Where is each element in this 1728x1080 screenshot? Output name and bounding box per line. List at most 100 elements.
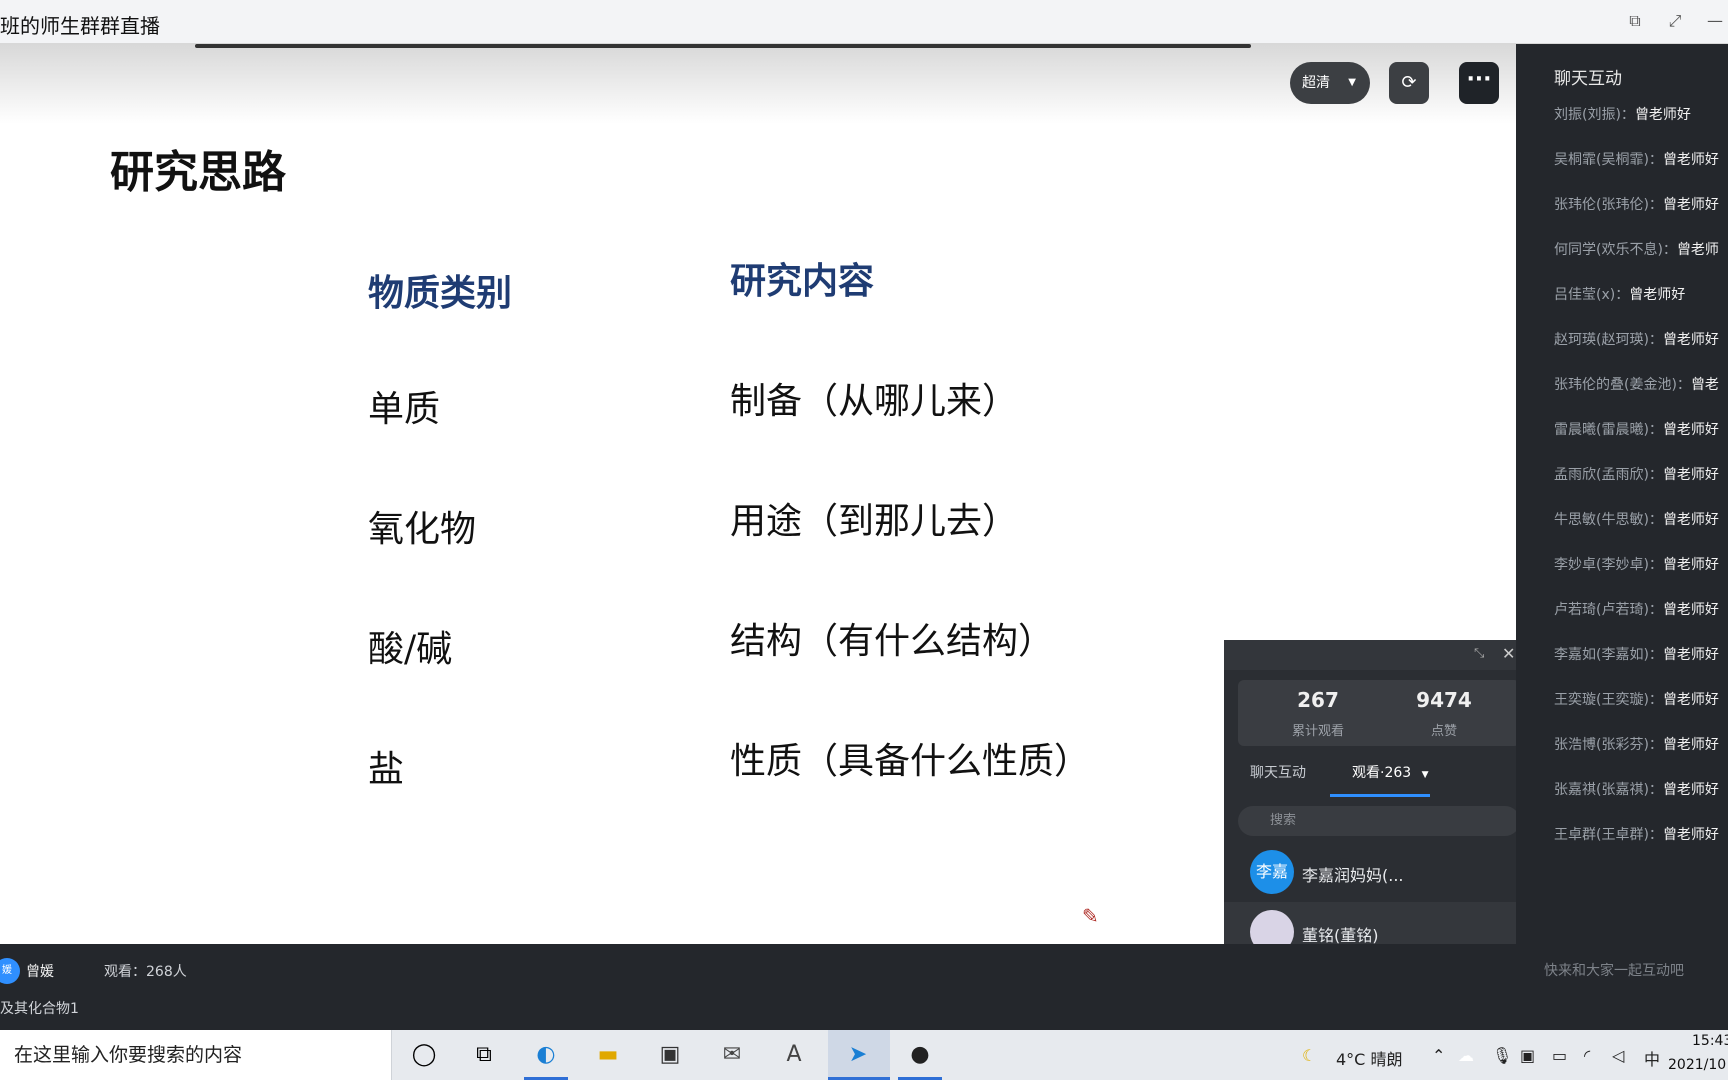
- expand-icon[interactable]: ⤢: [1664, 10, 1686, 32]
- chevron-down-icon: ▼: [1421, 770, 1429, 780]
- quality-label: 超清: [1302, 75, 1330, 91]
- chat-message-text: 曾老师好: [1662, 467, 1719, 483]
- chat-message: 王卓群(王卓群)：曾老师好: [1554, 824, 1719, 844]
- slide-col1-item: 盐: [368, 749, 405, 790]
- chat-message: 张嘉祺(张嘉祺)：曾老师好: [1554, 779, 1719, 799]
- chat-message-text: 曾老师好: [1662, 782, 1719, 798]
- chat-sidebar: 聊天互动 刘振(刘振)：曾老师好 吴桐霏(吴桐霏)：曾老师好 张玮伦(张玮伦)：曾老…: [1516, 44, 1728, 1030]
- active-tab-indicator: [1330, 794, 1430, 797]
- window-title: 班的师生群群直播: [0, 14, 160, 38]
- dingtalk-icon[interactable]: ➤: [842, 1039, 874, 1071]
- chat-message-user: 何同学(欢乐不息)：: [1554, 242, 1677, 258]
- mail-icon[interactable]: ✉: [716, 1039, 748, 1071]
- slide-col1-item: 氧化物: [368, 509, 477, 550]
- chat-message-text: 曾老师好: [1662, 827, 1719, 843]
- course-name: 及其化合物1: [0, 1001, 79, 1017]
- chat-message-text: 曾老师好: [1662, 737, 1719, 753]
- weather-text[interactable]: 4°C 晴朗: [1336, 1046, 1402, 1070]
- volume-icon[interactable]: ◁: [1612, 1046, 1624, 1065]
- chat-message-user: 张浩博(张彩芬)：: [1554, 737, 1663, 753]
- file-explorer-icon[interactable]: ▬: [592, 1039, 624, 1071]
- wifi-icon[interactable]: ◜: [1584, 1046, 1590, 1065]
- tab-viewers[interactable]: 观看·263 ▼: [1352, 762, 1429, 782]
- chat-message-text: 曾老师好: [1662, 422, 1719, 438]
- stats-box: 267 累计观看 9474 点赞: [1238, 680, 1520, 746]
- collapse-icon[interactable]: ⤡: [1474, 646, 1484, 661]
- slide-col1-item: 单质: [368, 389, 441, 430]
- total-views-label: 累计观看: [1291, 724, 1344, 739]
- chat-message: 赵珂瑛(赵珂瑛)：曾老师好: [1554, 329, 1719, 349]
- chat-message-user: 李嘉如(李嘉如)：: [1554, 647, 1663, 663]
- quality-select-button[interactable]: 超清 ▼: [1290, 62, 1370, 104]
- chat-message: 孟雨欣(孟雨欣)：曾老师好: [1554, 464, 1719, 484]
- chat-message-user: 雷晨曦(雷晨曦)：: [1554, 422, 1663, 438]
- host-name: 曾媛: [26, 964, 54, 980]
- window-titlebar: 班的师生群群直播 ⧉ ⤢ —: [0, 0, 1728, 44]
- battery-icon[interactable]: ▭: [1552, 1046, 1567, 1065]
- chat-message-user: 张嘉祺(张嘉祺)：: [1554, 782, 1663, 798]
- store-icon[interactable]: ▣: [654, 1039, 686, 1071]
- stream-info-bar: 媛 曾媛 观看：268人 及其化合物1: [0, 944, 1516, 1030]
- slide-col2-item: 结构（有什么结构）: [730, 621, 1055, 662]
- minimize-icon[interactable]: —: [1704, 10, 1726, 32]
- cloud-icon[interactable]: ☁: [1458, 1046, 1474, 1065]
- chat-message-text: 曾老: [1690, 377, 1719, 393]
- viewer-count: 观看：268人: [104, 964, 187, 980]
- taskbar-search-input[interactable]: 在这里输入你要搜索的内容: [0, 1030, 392, 1080]
- chat-message: 雷晨曦(雷晨曦)：曾老师好: [1554, 419, 1719, 439]
- float-panel-header: ⤡ ✕: [1224, 640, 1520, 670]
- cortana-icon[interactable]: ◯: [408, 1039, 440, 1071]
- chat-message: 李妙卓(李妙卓)：曾老师好: [1554, 554, 1719, 574]
- slide-col2-header: 研究内容: [730, 260, 875, 302]
- slide-col1-item: 酸/碱: [368, 629, 453, 670]
- pip-icon[interactable]: ⧉: [1624, 10, 1646, 32]
- chat-message-user: 卢若琦(卢若琦)：: [1554, 602, 1663, 618]
- chat-message: 卢若琦(卢若琦)：曾老师好: [1554, 599, 1719, 619]
- rotate-icon: ⟳: [1401, 72, 1417, 93]
- chevron-down-icon: ▼: [1348, 77, 1356, 88]
- chat-message: 张玮伦的叠(姜金池)：曾老: [1554, 374, 1719, 394]
- viewer-name: 李嘉润妈妈(...: [1302, 866, 1404, 885]
- chat-message-text: 曾老师好: [1662, 602, 1719, 618]
- viewer-search-input[interactable]: 搜索: [1238, 806, 1520, 836]
- avatar: [1250, 910, 1294, 944]
- chat-message-text: 曾老师好: [1662, 692, 1719, 708]
- screen-record-icon[interactable]: ▣: [1520, 1046, 1535, 1065]
- pen-icon: ✎: [1082, 904, 1099, 928]
- close-icon[interactable]: ✕: [1502, 644, 1515, 663]
- tab-chat[interactable]: 聊天互动: [1250, 762, 1306, 782]
- chat-message-text: 曾老师好: [1662, 197, 1719, 213]
- slide-title: 研究思路: [110, 147, 286, 198]
- chat-message-user: 刘振(刘振)：: [1554, 107, 1635, 123]
- slide-col2-item: 制备（从哪儿来）: [730, 381, 1019, 422]
- total-views-value: 267: [1297, 688, 1339, 712]
- chat-message: 牛思敏(牛思敏)：曾老师好: [1554, 509, 1719, 529]
- chat-message: 吕佳莹(x)：曾老师好: [1554, 284, 1685, 304]
- task-view-icon[interactable]: ⧉: [468, 1039, 500, 1071]
- chat-input[interactable]: 快来和大家一起互动吧: [1544, 960, 1684, 980]
- clock-time[interactable]: 15:43: [1692, 1033, 1728, 1049]
- clock-date[interactable]: 2021/10: [1668, 1057, 1726, 1073]
- translator-icon[interactable]: A: [778, 1039, 810, 1071]
- chat-message-text: 曾老师: [1676, 242, 1719, 258]
- moon-icon: ☾: [1302, 1046, 1317, 1065]
- chat-message-user: 张玮伦的叠(姜金池)：: [1554, 377, 1691, 393]
- list-item[interactable]: 李嘉 李嘉润妈妈(...: [1224, 844, 1520, 900]
- chat-message: 李嘉如(李嘉如)：曾老师好: [1554, 644, 1719, 664]
- chat-message: 何同学(欢乐不息)：曾老师: [1554, 239, 1719, 259]
- list-item[interactable]: 董铭(董铭): [1224, 902, 1520, 944]
- video-top-shadow: [0, 44, 1516, 124]
- rotate-button[interactable]: ⟳: [1389, 62, 1429, 104]
- obs-icon[interactable]: ●: [904, 1039, 936, 1071]
- ime-indicator[interactable]: 中: [1644, 1046, 1660, 1070]
- edge-icon[interactable]: ◐: [530, 1039, 562, 1071]
- chat-message-text: 曾老师好: [1662, 512, 1719, 528]
- avatar: 媛: [0, 958, 20, 984]
- chat-message-user: 王奕璇(王奕璇)：: [1554, 692, 1663, 708]
- more-options-button[interactable]: ···: [1459, 62, 1499, 104]
- avatar: 李嘉: [1250, 850, 1294, 894]
- chat-message-user: 孟雨欣(孟雨欣)：: [1554, 467, 1663, 483]
- microphone-icon[interactable]: 🎙: [1492, 1046, 1512, 1065]
- chat-message: 刘振(刘振)：曾老师好: [1554, 104, 1691, 124]
- chevron-up-icon[interactable]: ⌃: [1432, 1046, 1445, 1065]
